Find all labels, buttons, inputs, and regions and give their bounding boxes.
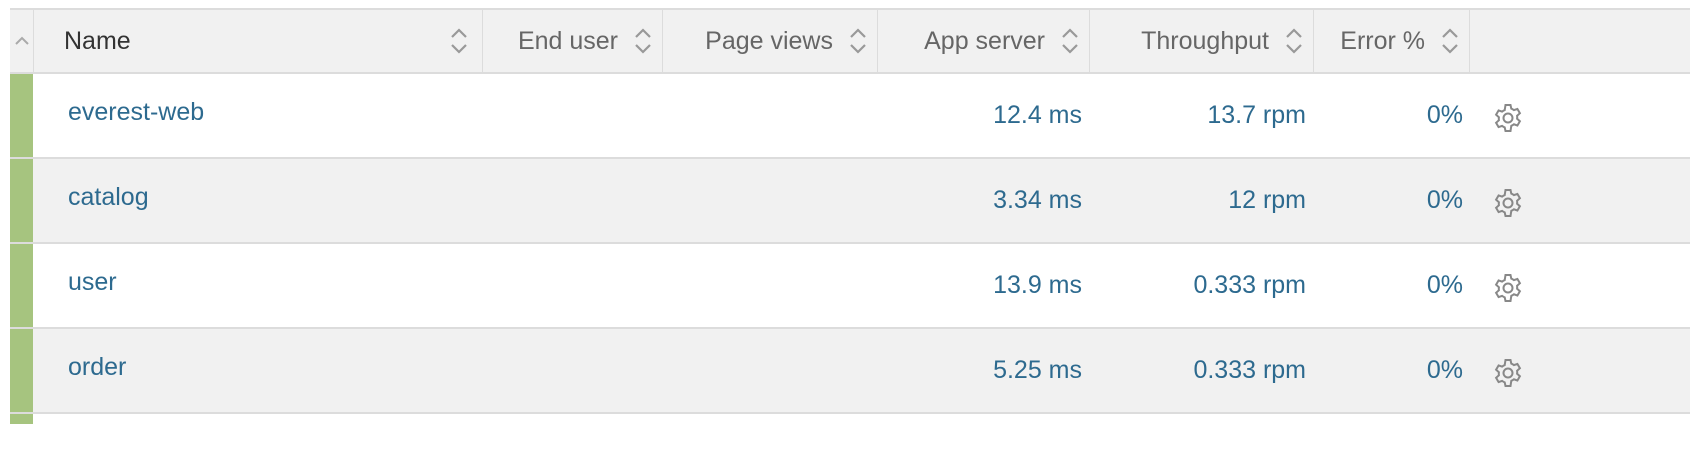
health-status-bar	[10, 414, 33, 424]
health-status-bar	[10, 329, 33, 412]
health-status-bar	[10, 244, 33, 327]
gear-icon[interactable]	[1492, 272, 1524, 304]
column-label-end-user: End user	[517, 26, 618, 55]
collapse-toggle[interactable]	[10, 10, 34, 72]
gear-icon[interactable]	[1492, 102, 1524, 134]
sort-icon	[448, 26, 470, 56]
app-name-cell: user	[68, 244, 117, 327]
health-status-bar	[10, 74, 33, 157]
chevron-up-icon	[14, 36, 29, 45]
app-name-link[interactable]: everest-web	[68, 98, 204, 127]
column-label-app-server: App server	[924, 26, 1045, 55]
table-row-partial	[10, 414, 1690, 424]
app-name-cell: catalog	[68, 159, 149, 242]
column-header-throughput[interactable]: Throughput	[1090, 10, 1314, 72]
app-name-link[interactable]: user	[68, 268, 117, 297]
sort-icon	[1059, 26, 1081, 56]
throughput-value: 0.333 rpm	[1193, 356, 1306, 384]
app-server-value: 13.9 ms	[993, 271, 1082, 299]
column-header-error-pct[interactable]: Error %	[1314, 10, 1470, 72]
app-name-cell: everest-web	[68, 74, 204, 157]
gear-icon[interactable]	[1492, 187, 1524, 219]
column-header-name[interactable]: Name	[34, 10, 483, 72]
table-row: order 5.25 ms 0.333 rpm 0%	[10, 329, 1690, 414]
sort-icon	[632, 26, 654, 56]
app-name-link[interactable]: catalog	[68, 183, 149, 212]
error-pct-value: 0%	[1426, 186, 1463, 214]
error-pct-value: 0%	[1426, 101, 1463, 129]
throughput-value: 0.333 rpm	[1193, 271, 1306, 299]
sort-icon	[1283, 26, 1305, 56]
app-name-link[interactable]: order	[68, 353, 126, 382]
sort-icon	[1439, 26, 1461, 56]
throughput-value: 13.7 rpm	[1207, 101, 1306, 129]
app-server-value: 12.4 ms	[993, 101, 1082, 129]
sort-icon	[847, 26, 869, 56]
column-label-page-views: Page views	[705, 26, 833, 55]
table-header: Name End user Page views App server Thro…	[10, 8, 1690, 74]
table-row: catalog 3.34 ms 12 rpm 0%	[10, 159, 1690, 244]
error-pct-value: 0%	[1426, 271, 1463, 299]
app-server-value: 3.34 ms	[993, 186, 1082, 214]
gear-icon[interactable]	[1492, 357, 1524, 389]
app-server-value: 5.25 ms	[993, 356, 1082, 384]
column-label-name: Name	[64, 26, 131, 55]
table-row: everest-web 12.4 ms 13.7 rpm 0%	[10, 74, 1690, 159]
health-status-bar	[10, 159, 33, 242]
column-header-end-user[interactable]: End user	[483, 10, 663, 72]
app-name-cell: order	[68, 329, 126, 412]
applications-table: Name End user Page views App server Thro…	[10, 8, 1690, 424]
column-header-app-server[interactable]: App server	[878, 10, 1090, 72]
column-label-throughput: Throughput	[1141, 26, 1269, 55]
error-pct-value: 0%	[1426, 356, 1463, 384]
table-row: user 13.9 ms 0.333 rpm 0%	[10, 244, 1690, 329]
throughput-value: 12 rpm	[1228, 186, 1306, 214]
column-header-page-views[interactable]: Page views	[663, 10, 878, 72]
column-label-error-pct: Error %	[1340, 26, 1425, 55]
